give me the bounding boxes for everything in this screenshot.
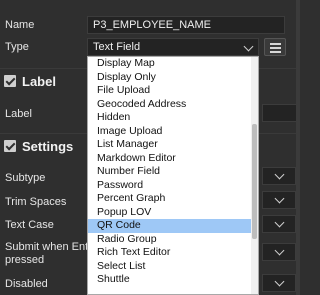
- dropdown-option[interactable]: Popup LOV: [88, 206, 258, 220]
- settings-section-title: Settings: [22, 139, 74, 154]
- dropdown-option[interactable]: Select List: [88, 260, 258, 274]
- checkbox-collapse-icon[interactable]: [4, 140, 16, 152]
- type-dropdown-list[interactable]: Display Map Display Only File Upload Geocod…: [87, 56, 259, 295]
- label-input-edge[interactable]: [262, 104, 296, 122]
- dropdown-option[interactable]: Radio Group: [88, 233, 258, 247]
- dropdown-option[interactable]: QR Code: [88, 219, 258, 233]
- dropdown-option[interactable]: Shuttle: [88, 273, 258, 287]
- panel-edge: [296, 0, 300, 295]
- subtype-label: Subtype: [5, 172, 46, 184]
- dropdown-option[interactable]: Password: [88, 179, 258, 193]
- type-label: Type: [5, 41, 29, 53]
- dropdown-option[interactable]: File Upload: [88, 84, 258, 98]
- dropdown-option[interactable]: Number Field: [88, 165, 258, 179]
- scrollbar-thumb[interactable]: [252, 124, 257, 239]
- chevron-down-icon[interactable]: [243, 41, 254, 52]
- list-icon[interactable]: [264, 38, 286, 56]
- dropdown-option[interactable]: Display Map: [88, 57, 258, 71]
- dropdown-option[interactable]: Geocoded Address: [88, 98, 258, 112]
- label-section-title: Label: [22, 74, 56, 89]
- label-field-label: Label: [5, 108, 32, 120]
- dropdown-option[interactable]: Percent Graph: [88, 192, 258, 206]
- submit-enter-label-1: Submit when Enter: [5, 241, 98, 253]
- trim-spaces-label: Trim Spaces: [5, 196, 67, 208]
- dropdown-option[interactable]: List Manager: [88, 138, 258, 152]
- text-case-label: Text Case: [5, 219, 54, 231]
- dropdown-option[interactable]: Display Only: [88, 71, 258, 85]
- type-select[interactable]: Text Field: [87, 38, 259, 56]
- name-label: Name: [5, 19, 35, 31]
- dropdown-option[interactable]: Rich Text Editor: [88, 246, 258, 260]
- name-input[interactable]: P3_EMPLOYEE_NAME: [87, 16, 285, 34]
- dropdown-scrollbar[interactable]: [251, 57, 258, 294]
- dropdown-option[interactable]: Image Upload: [88, 125, 258, 139]
- disabled-label: Disabled: [5, 278, 48, 290]
- dropdown-option[interactable]: Hidden: [88, 111, 258, 125]
- dropdown-option[interactable]: Markdown Editor: [88, 152, 258, 166]
- type-select-value: Text Field: [93, 41, 141, 53]
- submit-enter-label-2: pressed: [5, 254, 45, 266]
- checkbox-collapse-icon[interactable]: [4, 75, 16, 87]
